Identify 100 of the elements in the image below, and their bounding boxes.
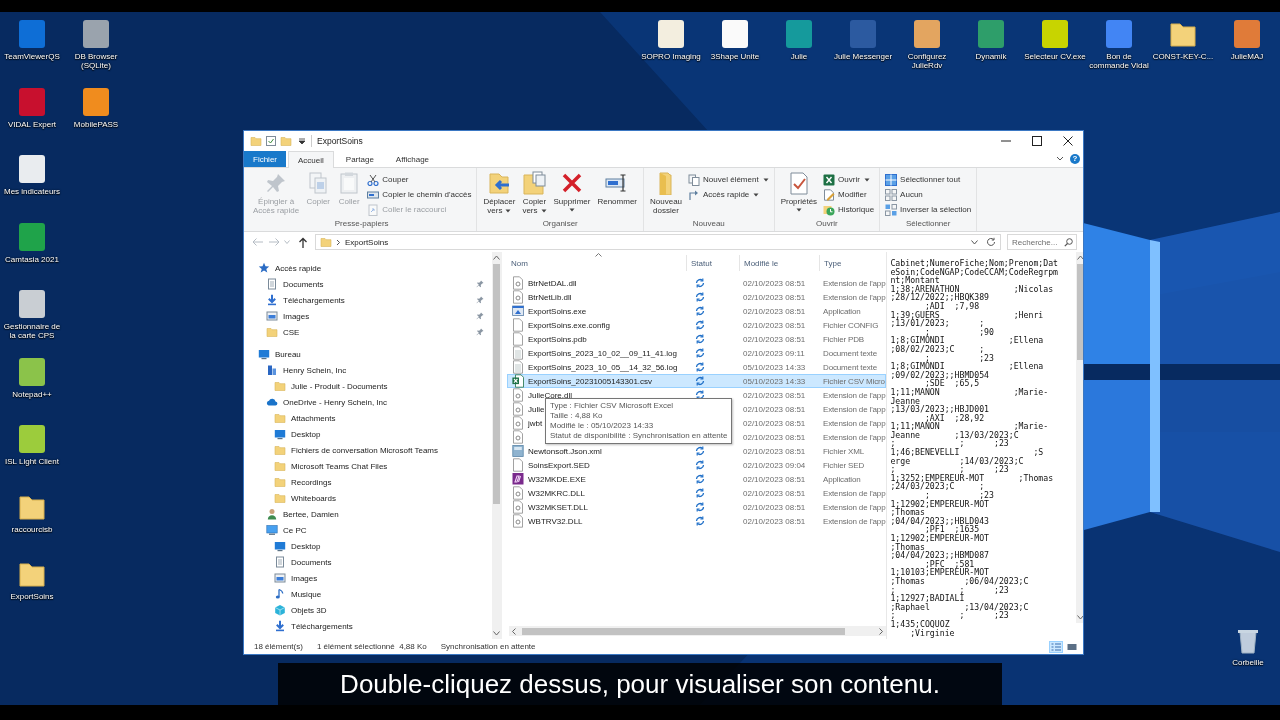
type-cell-text: Extension de l'app bbox=[822, 404, 886, 414]
type-cell-text: Fichier CSV Micro bbox=[822, 376, 886, 386]
preview-line: 1;12927;BADIALI bbox=[890, 594, 966, 603]
preview-line: ; ; ;23 bbox=[890, 465, 1009, 474]
type-cell-text: Fichier PDB bbox=[822, 334, 866, 344]
type-cell-text: Extension de l'app bbox=[822, 418, 886, 428]
date-cell-text: 02/10/2023 08:51 bbox=[742, 502, 807, 512]
preview-line: 1;8;GIMONDI ;Ellena bbox=[890, 336, 1045, 345]
preview-line: ;08/02/2023;C ; bbox=[890, 344, 985, 354]
sync-status: Synchronisation en attente bbox=[440, 642, 536, 651]
preview-line: ;SDE ;65,5 bbox=[924, 379, 980, 388]
file-name: jwbt bbox=[528, 418, 543, 428]
preview-line: 1;12902;EMPEREUR-MOT bbox=[890, 499, 990, 509]
preview-line: 1;10103;EMPEREUR-MOT bbox=[890, 568, 990, 577]
file-name: BtrNetDAL.dll bbox=[528, 278, 577, 288]
preview-line: ;Raphael ;13/04/2023;C bbox=[890, 602, 1030, 612]
group-label: Ouvrir bbox=[814, 219, 839, 230]
date-cell-text: 02/10/2023 08:51 bbox=[742, 306, 807, 316]
preview-line: 1;11;MANON ;Marie- bbox=[890, 387, 1050, 397]
tooltip-line: Taille : 4,88 Ko bbox=[550, 411, 604, 421]
type-cell-text: Document texte bbox=[822, 348, 878, 358]
preview-line: ; ;23 bbox=[924, 353, 995, 363]
preview-line: 1;12902;EMPEREUR-MOT bbox=[890, 534, 991, 543]
file-name: ExportSoins_2023_10_02__09_11_41.log bbox=[528, 348, 677, 358]
preview-line: ;Virginie bbox=[910, 628, 956, 638]
preview-line: 1;39;GUERS ;Henri bbox=[890, 310, 1045, 320]
preview-line: ; ; ;23 bbox=[890, 611, 1009, 620]
item-count: 18 élément(s) bbox=[254, 642, 303, 651]
group-label: Nouveau bbox=[691, 219, 726, 230]
preview-line: ;Thomas bbox=[890, 508, 926, 517]
type-cell-text: Document texte bbox=[822, 362, 878, 372]
file-name: W32MKDE.EXE bbox=[528, 474, 586, 484]
preview-line: ;Thomas bbox=[890, 542, 926, 552]
date-cell-text: 02/10/2023 08:51 bbox=[742, 278, 807, 288]
date-cell-text: 05/10/2023 14:33 bbox=[742, 362, 807, 372]
type-cell-text: Extension de l'app bbox=[822, 516, 886, 526]
preview-line: Jeanne bbox=[890, 396, 920, 406]
date-cell-text: 02/10/2023 09:11 bbox=[742, 348, 806, 358]
file-name: ExportSoins.pdb bbox=[528, 334, 587, 344]
date-cell-text: 02/10/2023 08:51 bbox=[742, 292, 807, 302]
date-cell-text: 05/10/2023 14:33 bbox=[742, 376, 807, 386]
preview-line: erge ;14/03/2023;C bbox=[890, 456, 1025, 466]
window-title: ExportSoins bbox=[317, 136, 363, 146]
tooltip-line: Modifié le : 05/10/2023 14:33 bbox=[550, 421, 655, 431]
file-name: ExportSoins_2023_10_05__14_32_56.log bbox=[528, 362, 678, 372]
preview-line: Jeanne ;13/03/2023;C bbox=[890, 430, 1019, 440]
type-cell-text: Application bbox=[822, 474, 862, 484]
date-cell-text: 02/10/2023 08:51 bbox=[742, 404, 807, 414]
preview-line: ;28/12/2022;;HBQK389 bbox=[890, 293, 991, 302]
type-cell-text: Extension de l'app bbox=[822, 292, 886, 302]
file-name: ExportSoins.exe.config bbox=[528, 320, 610, 330]
preview-line: ;ADI ;7,98 bbox=[924, 301, 980, 311]
tooltip-line: Type : Fichier CSV Microsoft Excel bbox=[550, 401, 675, 411]
preview-line: 1;3252;EMPEREUR-MOT ;Thomas bbox=[890, 473, 1055, 483]
preview-line: ;Thomas ;06/04/2023;C bbox=[890, 576, 1030, 586]
preview-line: ;13/03/2023;;HBJD001 bbox=[890, 405, 991, 414]
tooltip-line: Statut de disponibilité : Synchronisation en attente bbox=[550, 431, 728, 441]
date-cell-text: 02/10/2023 08:51 bbox=[742, 488, 807, 498]
preview-line: ;04/04/2023;;HBMD087 bbox=[890, 551, 991, 560]
group-label: Organiser bbox=[541, 219, 579, 230]
file-name: WBTRV32.DLL bbox=[528, 516, 583, 526]
preview-line: ; ;90 bbox=[924, 327, 995, 337]
type-cell-text: Fichier SED bbox=[822, 460, 866, 470]
type-cell-text: Fichier XML bbox=[822, 446, 866, 456]
date-cell-text: 02/10/2023 08:51 bbox=[742, 446, 807, 456]
preview-line: 1;11;MANON ;Marie- bbox=[890, 422, 1050, 431]
file-name: W32MKRC.DLL bbox=[528, 488, 585, 498]
file-name: Julie bbox=[528, 404, 545, 414]
preview-line: nt;Montant bbox=[890, 276, 941, 285]
date-cell-text: 02/10/2023 08:51 bbox=[742, 334, 807, 344]
type-cell-text: Extension de l'app bbox=[822, 432, 886, 442]
date-cell-text: 02/10/2023 08:51 bbox=[742, 390, 807, 400]
file-name: ExportSoins.exe bbox=[528, 306, 587, 316]
group-label: Sélectionner bbox=[904, 219, 952, 230]
file-name: ExportSoins_20231005143301.csv bbox=[528, 376, 653, 386]
selection-info: 1 élément sélectionné 4,88 Ko bbox=[316, 642, 427, 651]
preview-line: 1;8;GIMONDI ;Ellena bbox=[890, 362, 1045, 371]
date-cell-text: 02/10/2023 08:51 bbox=[742, 516, 807, 526]
type-cell-text: Fichier CONFIG bbox=[822, 320, 880, 330]
preview-line: ;09/02/2023;;HBMD054 bbox=[890, 370, 991, 380]
preview-line: 1;46;BENEVELLI ;S bbox=[890, 448, 1045, 457]
type-cell-text: Extension de l'app bbox=[822, 390, 886, 400]
preview-line: ;AXI ;28,92 bbox=[924, 413, 985, 423]
date-cell-text: 02/10/2023 08:51 bbox=[742, 432, 807, 442]
file-name: Newtonsoft.Json.xml bbox=[528, 446, 602, 456]
preview-line: ;PF1 ;1635 bbox=[924, 525, 980, 534]
preview-line: ; ;23 bbox=[924, 491, 995, 500]
file-name: BtrNetLib.dll bbox=[528, 292, 572, 302]
type-cell-text: Application bbox=[822, 306, 862, 316]
file-name: JulieCore.dll bbox=[528, 390, 573, 400]
preview-line: ; ; ;23 bbox=[890, 585, 1009, 595]
preview-line: ;24/03/2023;C ; bbox=[890, 482, 985, 492]
group-label: Presse-papiers bbox=[333, 219, 390, 230]
type-cell-text: Extension de l'app bbox=[822, 502, 886, 512]
preview-line: ;13/01/2023; ; bbox=[890, 319, 985, 328]
file-name: W32MKSET.DLL bbox=[528, 502, 589, 512]
preview-line: eSoin;CodeNGAP;CodeCCAM;CodeRegrpm bbox=[890, 267, 1060, 277]
date-cell-text: 02/10/2023 08:51 bbox=[742, 418, 807, 428]
video-caption: Double-cliquez dessus, pour visualiser son contenu. bbox=[278, 663, 1002, 705]
date-cell-text: 02/10/2023 09:04 bbox=[742, 460, 807, 470]
